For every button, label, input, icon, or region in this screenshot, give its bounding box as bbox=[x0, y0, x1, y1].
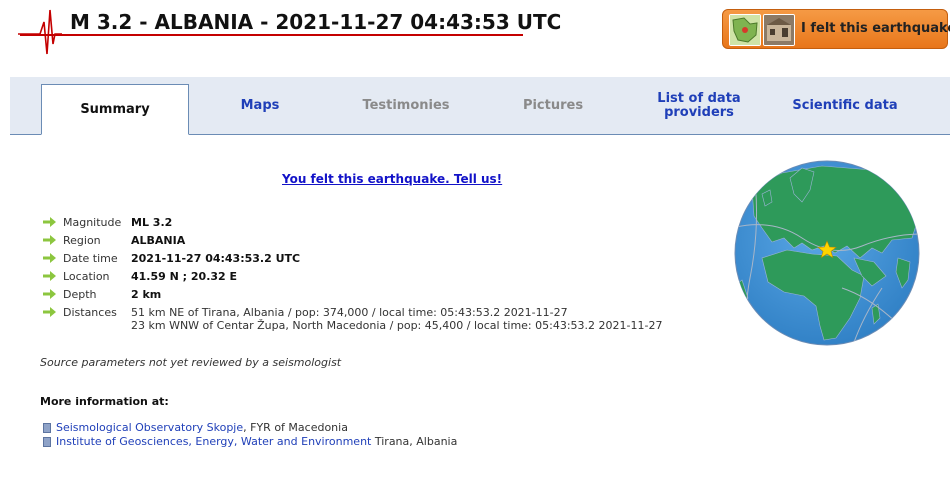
distance-line-tirana: 51 km NE of Tirana, Albania / pop: 374,0… bbox=[131, 306, 568, 319]
page-header: M 3.2 - ALBANIA - 2021-11-27 04:43:53 UT… bbox=[0, 0, 950, 62]
review-note: Source parameters not yet reviewed by a … bbox=[40, 356, 342, 369]
felt-earthquake-button[interactable]: I felt this earthquake bbox=[722, 9, 950, 49]
arrow-right-icon bbox=[43, 217, 56, 227]
document-bullet-icon bbox=[43, 437, 51, 447]
link-text[interactable]: Seismological Observatory Skopje bbox=[56, 421, 243, 434]
link-observatory-skopje[interactable]: Seismological Observatory Skopje, FYR of… bbox=[56, 421, 348, 434]
tab-scientific-data[interactable]: Scientific data bbox=[780, 77, 910, 134]
arrow-right-icon bbox=[43, 307, 56, 317]
depth-value: 2 km bbox=[131, 288, 162, 301]
felt-earthquake-label: I felt this earthquake bbox=[801, 21, 950, 36]
tab-data-providers[interactable]: List of data providers bbox=[640, 77, 758, 134]
arrow-right-icon bbox=[43, 289, 56, 299]
depth-label: Depth bbox=[63, 288, 97, 301]
tab-testimonies: Testimonies bbox=[362, 97, 450, 113]
arrow-right-icon bbox=[43, 271, 56, 281]
more-info-heading: More information at: bbox=[40, 395, 169, 408]
magnitude-value: ML 3.2 bbox=[131, 216, 173, 229]
distances-label: Distances bbox=[63, 306, 117, 319]
tab-bar: Summary Maps Testimonies Pictures List o… bbox=[10, 77, 950, 135]
link-suffix: , FYR of Macedonia bbox=[243, 421, 348, 434]
tell-us-link[interactable]: You felt this earthquake. Tell us! bbox=[282, 172, 502, 186]
arrow-right-icon bbox=[43, 253, 56, 263]
datetime-label: Date time bbox=[63, 252, 118, 265]
link-suffix: Tirana, Albania bbox=[371, 435, 458, 448]
link-text[interactable]: Institute of Geosciences, Energy, Water … bbox=[56, 435, 371, 448]
page-title: M 3.2 - ALBANIA - 2021-11-27 04:43:53 UT… bbox=[70, 10, 562, 34]
tab-maps[interactable]: Maps bbox=[200, 77, 320, 134]
link-institute-geosciences[interactable]: Institute of Geosciences, Energy, Water … bbox=[56, 435, 457, 448]
damage-photo-icon bbox=[763, 14, 795, 46]
location-label: Location bbox=[63, 270, 110, 283]
distance-line-centar-zupa: 23 km WNW of Centar Župa, North Macedoni… bbox=[131, 319, 663, 332]
tab-summary[interactable]: Summary bbox=[41, 84, 189, 135]
region-value: ALBANIA bbox=[131, 234, 186, 247]
globe-map bbox=[734, 160, 920, 346]
tab-pictures: Pictures bbox=[522, 97, 584, 113]
map-thumbnail-icon bbox=[729, 14, 761, 46]
datetime-value: 2021-11-27 04:43:53.2 UTC bbox=[131, 252, 301, 265]
arrow-right-icon bbox=[43, 235, 56, 245]
distances-value: 51 km NE of Tirana, Albania / pop: 374,0… bbox=[131, 306, 662, 332]
document-bullet-icon bbox=[43, 423, 51, 433]
title-underline bbox=[20, 34, 523, 36]
region-label: Region bbox=[63, 234, 101, 247]
magnitude-label: Magnitude bbox=[63, 216, 122, 229]
location-value: 41.59 N ; 20.32 E bbox=[131, 270, 238, 283]
